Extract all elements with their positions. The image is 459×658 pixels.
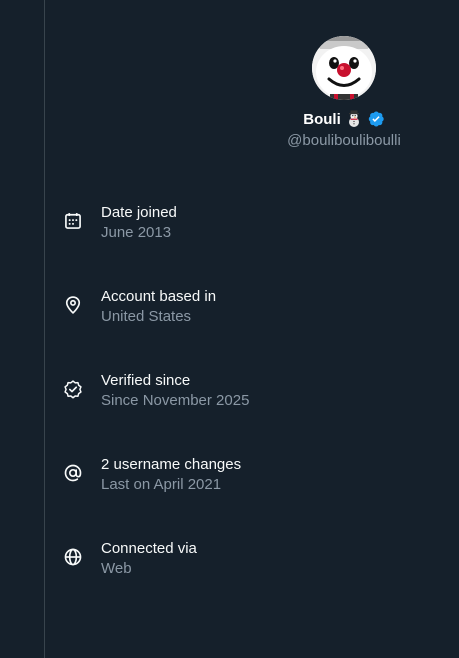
- profile-header: Bouli @boulibouliboulli: [270, 36, 418, 149]
- name-row: Bouli: [270, 109, 418, 129]
- info-label: Connected via: [101, 540, 197, 557]
- info-text: 2 username changes Last on April 2021: [101, 455, 241, 495]
- info-value: Last on April 2021: [101, 476, 222, 493]
- info-value: Web: [101, 560, 132, 577]
- about-account-panel: Bouli @boulibouliboulli Date joined June…: [0, 0, 459, 658]
- info-value: United States: [101, 308, 192, 325]
- info-text: Connected via Web: [101, 539, 197, 579]
- verified-check-icon: [64, 380, 82, 399]
- info-label: Account based in: [101, 288, 217, 305]
- info-value: June 2013: [101, 224, 172, 241]
- calendar-icon: [65, 213, 81, 229]
- globe-icon: [64, 548, 82, 566]
- info-value: Since November 2025: [101, 392, 250, 409]
- info-row-verified-since: Verified since Since November 2025: [60, 368, 440, 452]
- info-row-account-based-in: Account based in United States: [60, 284, 440, 368]
- info-row-connected-via: Connected via Web: [60, 536, 440, 620]
- location-pin-icon: [65, 296, 81, 314]
- account-info-list: Date joined June 2013 Account based in U…: [60, 200, 440, 620]
- info-row-date-joined: Date joined June 2013: [60, 200, 440, 284]
- info-label: 2 username changes: [101, 456, 242, 473]
- info-label: Date joined: [101, 204, 177, 221]
- snowman-emoji-icon: [348, 110, 359, 127]
- display-name[interactable]: Bouli: [303, 111, 341, 128]
- avatar[interactable]: [312, 36, 376, 100]
- user-handle[interactable]: @boulibouliboulli: [270, 132, 418, 149]
- info-text: Date joined June 2013: [101, 203, 177, 243]
- verified-badge-icon[interactable]: [367, 110, 385, 128]
- info-label: Verified since: [101, 372, 191, 389]
- column-divider: [44, 0, 45, 658]
- info-text: Verified since Since November 2025: [101, 371, 249, 411]
- at-sign-icon: [64, 464, 82, 482]
- info-row-username-changes: 2 username changes Last on April 2021: [60, 452, 440, 536]
- info-text: Account based in United States: [101, 287, 216, 327]
